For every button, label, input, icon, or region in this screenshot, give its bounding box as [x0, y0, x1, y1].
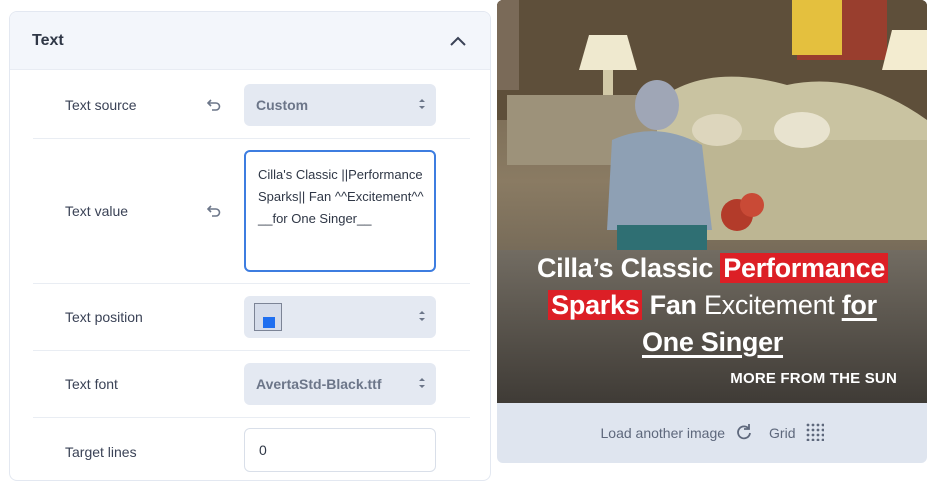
text-source-select[interactable]: Custom — [244, 83, 436, 126]
text-font-value: AvertaStd-Black.ttf — [256, 376, 382, 392]
text-source-row: Text source Custom — [33, 71, 470, 139]
caption-text-1: Cilla’s Classic — [536, 253, 721, 283]
undo-icon[interactable] — [205, 202, 223, 220]
preview-image: Cilla’s Classic Performance Sparks Fan Ex… — [497, 0, 927, 403]
caption-light-text: Excitement — [703, 290, 835, 320]
section-title: Text — [32, 31, 64, 49]
section-header[interactable]: Text — [10, 12, 490, 70]
select-arrows-icon — [418, 376, 426, 393]
text-value-textarea[interactable]: Cilla's Classic ||Performance Sparks|| F… — [244, 150, 436, 272]
text-font-row: Text font AvertaStd-Black.ttf — [33, 351, 470, 418]
refresh-icon — [735, 423, 753, 444]
select-arrows-icon — [418, 97, 426, 114]
source-tag: MORE FROM THE SUN — [730, 370, 897, 387]
load-another-image-label: Load another image — [600, 425, 726, 441]
grid-toggle-button[interactable]: Grid — [769, 423, 824, 444]
caption-highlight-1: Performance — [720, 253, 889, 283]
caption-highlight-2: Sparks — [548, 290, 643, 320]
text-position-row: Text position — [33, 284, 470, 351]
position-bottom-left-icon — [254, 303, 282, 331]
load-another-image-button[interactable]: Load another image — [601, 423, 754, 444]
preview-toolbar: Load another image Grid — [497, 403, 927, 463]
caption-underline-1: for — [841, 290, 877, 320]
caption-underline-2: One Singer — [641, 327, 784, 357]
text-source-label: Text source — [65, 96, 137, 113]
text-source-value: Custom — [256, 96, 309, 113]
target-lines-input[interactable]: 0 — [244, 428, 436, 472]
target-lines-row: Target lines 0 — [33, 418, 470, 480]
undo-icon[interactable] — [205, 96, 223, 114]
select-arrows-icon — [418, 309, 426, 326]
text-settings-panel: Text Text source Custom Text value Cilla… — [9, 11, 491, 481]
target-lines-label: Target lines — [65, 443, 137, 460]
text-font-label: Text font — [65, 376, 118, 392]
text-value-row: Text value Cilla's Classic ||Performance… — [33, 139, 470, 284]
chevron-up-icon[interactable] — [448, 31, 468, 51]
preview-caption: Cilla’s Classic Performance Sparks Fan Ex… — [515, 250, 910, 361]
preview-panel: Cilla’s Classic Performance Sparks Fan Ex… — [497, 0, 927, 463]
text-position-select[interactable] — [244, 296, 436, 338]
grid-label: Grid — [769, 425, 796, 441]
caption-text-2: Fan — [642, 290, 704, 320]
text-value-label: Text value — [65, 203, 129, 219]
grid-icon — [806, 423, 824, 444]
text-font-select[interactable]: AvertaStd-Black.ttf — [244, 363, 436, 405]
text-position-label: Text position — [65, 309, 143, 325]
